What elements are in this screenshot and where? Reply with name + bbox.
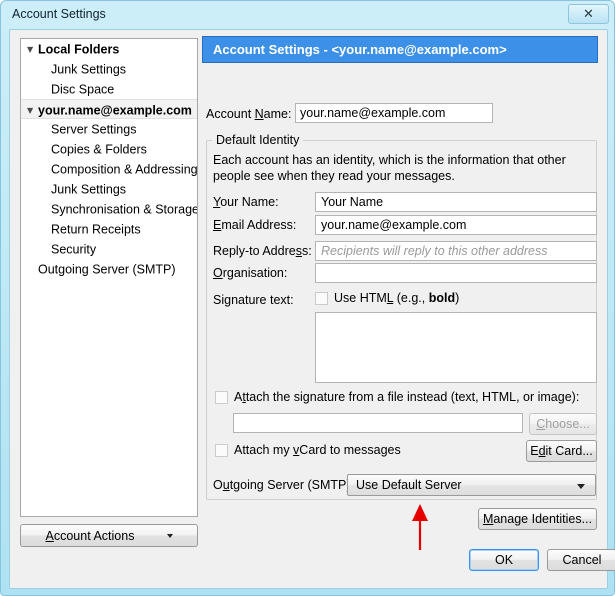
account-settings-window: Account Settings ✕ ▼ Local Folders Junk Se… (0, 0, 615, 596)
outgoing-server-smtp-value: Use Default Server (356, 478, 462, 492)
close-glyph: ✕ (583, 6, 594, 22)
outgoing-server-smtp-dropdown[interactable]: Use Default Server (347, 474, 596, 496)
attach-vcard-label: Attach my vCard to messages (234, 443, 401, 457)
signature-file-input[interactable] (233, 413, 523, 433)
organisation-label: Organisation: (213, 266, 288, 280)
account-name-label: Account Name: (206, 107, 292, 121)
red-annotation-arrow (412, 504, 428, 550)
ok-label: OK (494, 553, 514, 567)
sidebar-item-return-receipts[interactable]: Return Receipts (21, 219, 197, 239)
sidebar-item-label: Junk Settings (51, 62, 127, 77)
edit-card-button[interactable]: Edit Card... (526, 440, 597, 462)
sidebar-item-label: Disc Space (51, 82, 115, 97)
organisation-input[interactable] (315, 263, 597, 283)
sidebar-item-copies-folders[interactable]: Copies & Folders (21, 139, 197, 159)
expand-triangle-icon[interactable]: ▼ (27, 101, 38, 121)
accounts-tree[interactable]: ▼ Local Folders Junk Settings Disc Space ▼ yo… (20, 38, 198, 517)
outgoing-server-smtp-label: Outgoing Server (SMTP): (213, 478, 355, 492)
close-icon[interactable]: ✕ (568, 4, 609, 24)
page-title: Account Settings - <your.name@example.co… (202, 36, 598, 63)
cancel-button[interactable]: Cancel (547, 549, 615, 571)
manage-identities-button[interactable]: Manage Identities... (478, 508, 597, 530)
email-address-label: Email Address: (213, 218, 297, 232)
sidebar-item-security[interactable]: Security (21, 239, 197, 259)
choose-button[interactable]: Choose... (529, 413, 597, 435)
title-bar: Account Settings ✕ (1, 1, 615, 31)
sidebar-item-label: Security (51, 242, 97, 257)
sidebar-item-label: Copies & Folders (51, 142, 147, 157)
account-actions-label: Account Actions (45, 528, 135, 543)
sidebar-item-label: Outgoing Server (SMTP) (38, 262, 176, 277)
dialog-client-area: ▼ Local Folders Junk Settings Disc Space ▼ yo… (9, 29, 615, 589)
sidebar-item-server-settings[interactable]: Server Settings (21, 119, 197, 139)
your-name-label: Your Name: (213, 195, 279, 209)
expand-triangle-icon[interactable]: ▼ (27, 40, 38, 60)
sidebar-item-junk-settings[interactable]: Junk Settings (21, 59, 197, 79)
sidebar-item-junk-settings[interactable]: Junk Settings (21, 179, 197, 199)
signature-text-label: Signature text: (213, 293, 294, 307)
default-identity-title: Default Identity (212, 133, 304, 147)
sidebar-item-composition-addressing[interactable]: Composition & Addressing (21, 159, 197, 179)
your-name-input[interactable] (315, 192, 597, 212)
sidebar-item-label: Composition & Addressing (51, 162, 198, 177)
sidebar-item-label: Return Receipts (51, 222, 141, 237)
reply-to-address-input[interactable] (315, 241, 597, 261)
sidebar-item-label: Synchronisation & Storage (51, 202, 198, 217)
email-address-input[interactable] (315, 215, 597, 235)
account-actions-button[interactable]: Account Actions (20, 524, 198, 547)
attach-signature-file-checkbox[interactable] (215, 391, 228, 404)
sidebar-item-outgoing-server-smtp[interactable]: Outgoing Server (SMTP) (21, 259, 197, 279)
ok-button[interactable]: OK (469, 549, 539, 571)
use-html-checkbox[interactable] (315, 292, 328, 305)
window-title: Account Settings (12, 7, 106, 21)
cancel-label: Cancel (562, 553, 602, 567)
account-name-input[interactable] (295, 103, 493, 123)
signature-textarea[interactable] (315, 312, 597, 383)
sidebar-item-label: Local Folders (38, 42, 120, 57)
sidebar-item-label: Server Settings (51, 122, 137, 137)
use-html-label: Use HTML (e.g., bold) (334, 291, 460, 305)
sidebar-item-label: your.name@example.com (38, 103, 192, 118)
reply-to-address-label: Reply-to Address: (213, 244, 312, 258)
chevron-down-icon (167, 534, 173, 538)
default-identity-description: Each account has an identity, which is t… (213, 153, 566, 183)
sidebar-item-label: Junk Settings (51, 182, 127, 197)
sidebar-item-synchronisation-storage[interactable]: Synchronisation & Storage (21, 199, 197, 219)
sidebar-item-your-name-example-com[interactable]: ▼ your.name@example.com (21, 99, 197, 119)
attach-signature-file-label: Attach the signature from a file instead… (234, 390, 580, 404)
attach-vcard-checkbox[interactable] (215, 444, 228, 457)
sidebar-item-local-folders[interactable]: ▼ Local Folders (21, 39, 197, 59)
sidebar-item-disc-space[interactable]: Disc Space (21, 79, 197, 99)
chevron-down-icon (577, 484, 585, 489)
